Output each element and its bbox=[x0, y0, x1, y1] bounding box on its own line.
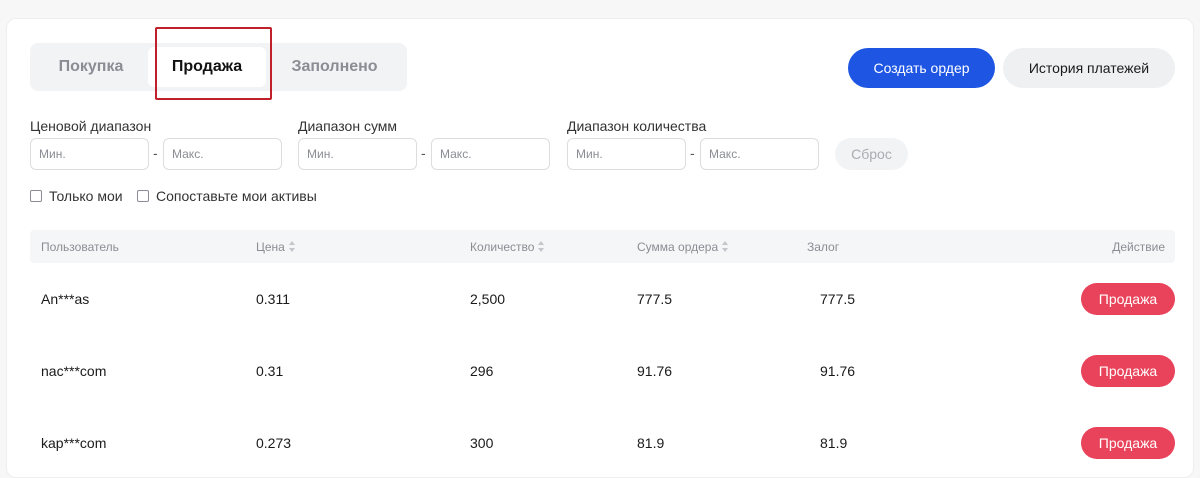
quantity-max-input[interactable] bbox=[700, 138, 819, 170]
create-order-button[interactable]: Создать ордер bbox=[848, 48, 995, 88]
quantity-range-label: Диапазон количества bbox=[567, 118, 707, 134]
only-mine-checkbox[interactable]: Только мои bbox=[30, 188, 123, 204]
order-type-tabs: Покупка Продажа Заполнено bbox=[30, 43, 407, 91]
cell-price: 0.31 bbox=[256, 363, 284, 379]
cell-order-sum: 81.9 bbox=[637, 435, 665, 451]
cell-order-sum: 777.5 bbox=[637, 291, 673, 307]
quantity-min-input[interactable] bbox=[567, 138, 686, 170]
match-assets-checkbox[interactable]: Сопоставьте мои активы bbox=[137, 188, 317, 204]
only-mine-label: Только мои bbox=[49, 188, 123, 204]
cell-collateral: 777.5 bbox=[820, 291, 856, 307]
checkbox-box[interactable] bbox=[30, 190, 42, 202]
cell-user: nac***com bbox=[41, 363, 107, 379]
header-collateral: Залог bbox=[807, 239, 840, 254]
cell-user: kap***com bbox=[41, 435, 107, 451]
tab-sell[interactable]: Продажа bbox=[148, 47, 266, 87]
table-row: nac***com 0.31 296 91.76 91.76 Продажа bbox=[30, 351, 1175, 391]
sort-icon[interactable] bbox=[288, 241, 296, 252]
sell-button[interactable]: Продажа bbox=[1081, 283, 1175, 315]
tab-filled[interactable]: Заполнено bbox=[266, 47, 403, 87]
table-row: An***as 0.311 2,500 777.5 777.5 Продажа bbox=[30, 279, 1175, 319]
amount-max-input[interactable] bbox=[431, 138, 550, 170]
tab-buy[interactable]: Покупка bbox=[34, 47, 148, 87]
price-range-separator: - bbox=[153, 145, 158, 161]
table-row: kap***com 0.273 300 81.9 81.9 Продажа bbox=[30, 423, 1175, 463]
sort-icon[interactable] bbox=[537, 241, 545, 252]
cell-quantity: 296 bbox=[470, 363, 494, 379]
match-assets-label: Сопоставьте мои активы bbox=[156, 188, 317, 204]
sort-icon[interactable] bbox=[721, 241, 729, 252]
cell-quantity: 2,500 bbox=[470, 291, 506, 307]
header-price[interactable]: Цена bbox=[256, 230, 296, 263]
cell-quantity: 300 bbox=[470, 435, 494, 451]
header-quantity[interactable]: Количество bbox=[470, 230, 545, 263]
checkbox-box[interactable] bbox=[137, 190, 149, 202]
header-order-sum[interactable]: Сумма ордера bbox=[637, 230, 729, 263]
cell-collateral: 91.76 bbox=[820, 363, 856, 379]
orders-panel: Покупка Продажа Заполнено Создать ордер … bbox=[6, 18, 1194, 478]
cell-price: 0.273 bbox=[256, 435, 292, 451]
sell-button[interactable]: Продажа bbox=[1081, 355, 1175, 387]
header-user: Пользователь bbox=[41, 239, 119, 254]
reset-button[interactable]: Сброс bbox=[835, 138, 908, 170]
price-range-label: Ценовой диапазон bbox=[30, 118, 152, 134]
sell-button[interactable]: Продажа bbox=[1081, 427, 1175, 459]
payment-history-button[interactable]: История платежей bbox=[1003, 48, 1175, 88]
cell-order-sum: 91.76 bbox=[637, 363, 673, 379]
price-min-input[interactable] bbox=[30, 138, 149, 170]
quantity-range-separator: - bbox=[690, 145, 695, 161]
header-action: Действие bbox=[1112, 239, 1165, 254]
cell-user: An***as bbox=[41, 291, 90, 307]
table-header: Пользователь Цена Количество Сумма ордер… bbox=[30, 230, 1175, 263]
price-max-input[interactable] bbox=[163, 138, 282, 170]
amount-min-input[interactable] bbox=[298, 138, 417, 170]
cell-collateral: 81.9 bbox=[820, 435, 848, 451]
amount-range-label: Диапазон сумм bbox=[298, 118, 398, 134]
amount-range-separator: - bbox=[421, 145, 426, 161]
cell-price: 0.311 bbox=[256, 291, 290, 307]
